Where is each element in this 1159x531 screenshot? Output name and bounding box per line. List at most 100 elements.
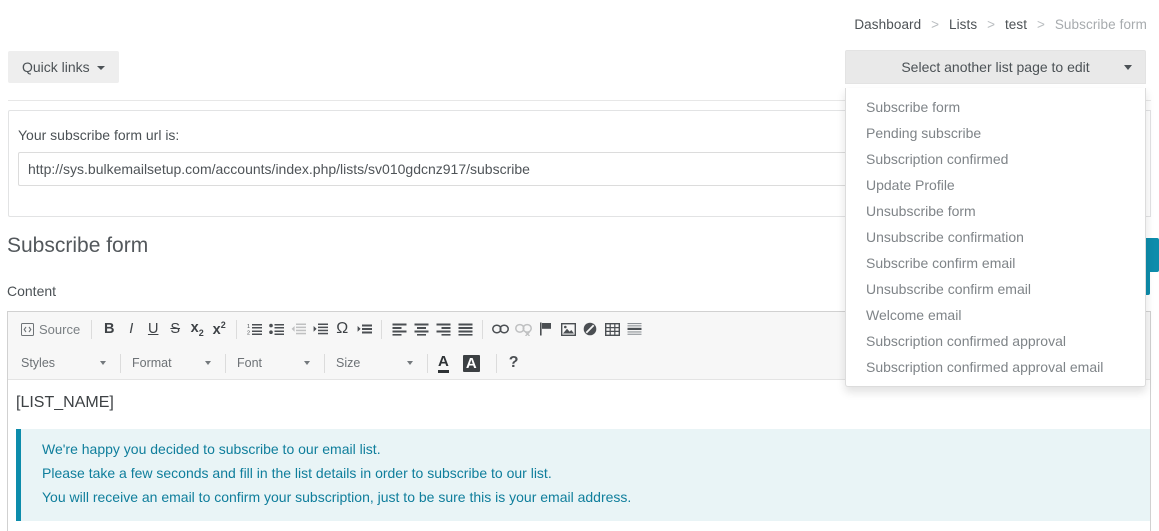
- breadcrumb-separator: >: [931, 17, 940, 32]
- unlink-button[interactable]: [512, 317, 535, 341]
- image-icon: [560, 322, 576, 336]
- font-select[interactable]: Font: [232, 351, 318, 375]
- indent-icon: [313, 322, 328, 336]
- unlink-icon: [515, 323, 533, 336]
- page-title: Subscribe form: [7, 234, 149, 257]
- dropdown-item-subscription-confirmed[interactable]: Subscription confirmed: [846, 146, 1145, 172]
- svg-text:2: 2: [247, 331, 250, 337]
- blockquote-icon: [357, 322, 372, 336]
- breadcrumb-item-dashboard[interactable]: Dashboard: [854, 17, 921, 32]
- anchor-button[interactable]: [535, 317, 557, 341]
- chevron-down-icon: [96, 66, 105, 70]
- horizontal-rule-button[interactable]: [623, 317, 645, 341]
- bold-icon: B: [103, 321, 115, 337]
- blockquote-line: We're happy you decided to subscribe to …: [42, 440, 381, 457]
- list-page-dropdown-label: Select another list page to edit: [901, 59, 1090, 75]
- dropdown-item-subscription-confirmed-approval[interactable]: Subscription confirmed approval: [846, 328, 1145, 354]
- numbered-list-button[interactable]: 12: [243, 317, 265, 341]
- text-color-button[interactable]: A: [434, 354, 459, 373]
- subscript-button[interactable]: x2: [186, 317, 208, 341]
- dropdown-item-subscribe-form[interactable]: Subscribe form: [846, 94, 1145, 120]
- dropdown-item-subscription-confirmed-approval-email[interactable]: Subscription confirmed approval email: [846, 354, 1145, 380]
- toolbar-separator: [427, 353, 428, 373]
- align-justify-icon: [458, 322, 473, 336]
- superscript-icon: x2: [212, 320, 226, 338]
- quick-links-button[interactable]: Quick links: [8, 51, 119, 83]
- align-left-button[interactable]: [388, 317, 410, 341]
- page-break-button[interactable]: [579, 317, 601, 341]
- bold-button[interactable]: B: [98, 317, 120, 341]
- page-root: Dashboard > Lists > test > Subscribe for…: [0, 0, 1159, 531]
- size-select[interactable]: Size: [331, 351, 421, 375]
- breadcrumb-item-test[interactable]: test: [1005, 17, 1027, 32]
- outdent-button[interactable]: [287, 317, 309, 341]
- source-button[interactable]: Source: [16, 317, 85, 341]
- text-color-icon: A: [438, 354, 449, 373]
- dropdown-item-subscribe-confirm-email[interactable]: Subscribe confirm email: [846, 250, 1145, 276]
- indent-button[interactable]: [309, 317, 331, 341]
- toolbar-separator: [225, 353, 226, 373]
- special-character-button[interactable]: Ω: [331, 317, 353, 341]
- omega-icon: Ω: [336, 320, 349, 337]
- format-select-label: Format: [132, 356, 172, 370]
- dropdown-item-welcome-email[interactable]: Welcome email: [846, 302, 1145, 328]
- breadcrumb-separator: >: [1036, 17, 1045, 32]
- intro-blockquote: We're happy you decided to subscribe to …: [16, 428, 1150, 521]
- table-icon: [604, 322, 620, 336]
- horizontal-rule-icon: [627, 322, 642, 336]
- blockquote-line: Please take a few seconds and fill in th…: [42, 464, 552, 481]
- align-justify-button[interactable]: [454, 317, 476, 341]
- content-field-label: Content: [7, 283, 57, 299]
- question-mark-icon: ?: [508, 354, 519, 371]
- table-button[interactable]: [601, 317, 623, 341]
- styles-select[interactable]: Styles: [16, 351, 114, 375]
- help-button[interactable]: ?: [503, 351, 525, 375]
- underline-button[interactable]: U: [142, 317, 164, 341]
- align-right-icon: [436, 322, 451, 336]
- no-entry-icon: [583, 322, 597, 336]
- subscribe-url-label: Your subscribe form url is:: [18, 127, 180, 143]
- image-button[interactable]: [557, 317, 579, 341]
- svg-text:1: 1: [247, 324, 250, 330]
- chevron-down-icon: [304, 361, 310, 365]
- link-button[interactable]: [489, 317, 512, 341]
- toolbar-separator: [324, 353, 325, 373]
- breadcrumb-separator: >: [987, 17, 996, 32]
- blockquote-button[interactable]: [353, 317, 375, 341]
- background-color-button[interactable]: A: [459, 354, 490, 372]
- align-left-icon: [392, 322, 407, 336]
- editor-content-area[interactable]: [LIST_NAME] We're happy you decided to s…: [8, 380, 1150, 531]
- toolbar-separator: [381, 319, 383, 339]
- blockquote-line: You will receive an email to confirm you…: [42, 488, 632, 505]
- list-page-dropdown-toggle[interactable]: Select another list page to edit: [845, 50, 1146, 84]
- format-select[interactable]: Format: [127, 351, 219, 375]
- breadcrumb: Dashboard > Lists > test > Subscribe for…: [854, 17, 1147, 32]
- link-icon: [492, 323, 510, 335]
- subscript-icon: x2: [190, 320, 204, 338]
- strikethrough-button[interactable]: S: [164, 317, 186, 341]
- dropdown-item-unsubscribe-form[interactable]: Unsubscribe form: [846, 198, 1145, 224]
- list-name-placeholder: [LIST_NAME]: [16, 394, 114, 411]
- align-center-button[interactable]: [410, 317, 432, 341]
- bulleted-list-button[interactable]: [265, 317, 287, 341]
- italic-icon: I: [129, 321, 134, 337]
- dropdown-item-unsubscribe-confirmation[interactable]: Unsubscribe confirmation: [846, 224, 1145, 250]
- breadcrumb-item-lists[interactable]: Lists: [949, 17, 977, 32]
- quick-links-label: Quick links: [22, 59, 90, 75]
- align-center-icon: [414, 322, 429, 336]
- list-page-dropdown-menu: Subscribe form Pending subscribe Subscri…: [845, 88, 1146, 387]
- background-color-icon: A: [462, 354, 480, 372]
- chevron-down-icon: [1124, 64, 1132, 70]
- superscript-button[interactable]: x2: [208, 317, 230, 341]
- align-right-button[interactable]: [432, 317, 454, 341]
- strikethrough-icon: S: [170, 321, 181, 337]
- dropdown-item-pending-subscribe[interactable]: Pending subscribe: [846, 120, 1145, 146]
- source-icon: [21, 322, 34, 336]
- chevron-down-icon: [407, 361, 413, 365]
- dropdown-item-unsubscribe-confirm-email[interactable]: Unsubscribe confirm email: [846, 276, 1145, 302]
- font-select-label: Font: [237, 356, 263, 370]
- list-page-dropdown: Select another list page to edit Subscri…: [845, 50, 1146, 387]
- italic-button[interactable]: I: [120, 317, 142, 341]
- dropdown-item-update-profile[interactable]: Update Profile: [846, 172, 1145, 198]
- toolbar-separator: [91, 319, 93, 339]
